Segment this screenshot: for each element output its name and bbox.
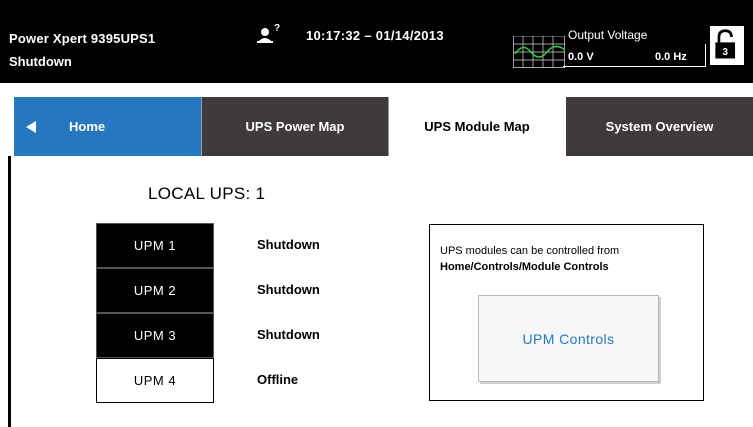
upm-controls-button[interactable]: UPM Controls <box>478 295 659 382</box>
upm-4-status: Offline <box>257 372 299 387</box>
tab-system-overview[interactable]: System Overview <box>566 97 753 156</box>
user-icon[interactable] <box>257 27 273 43</box>
upm-4-button[interactable]: UPM 4 <box>96 358 214 403</box>
lock-button[interactable]: 3 <box>708 24 746 67</box>
device-name: Power Xpert 9395UPS1 <box>9 31 156 46</box>
tab-ups-power-map-label: UPS Power Map <box>245 119 345 134</box>
upm-1-button[interactable]: UPM 1 <box>96 223 214 268</box>
tab-system-overview-label: System Overview <box>605 119 714 134</box>
controls-info-text: UPS modules can be controlled from <box>440 245 620 257</box>
upm-3-status: Shutdown <box>257 327 320 342</box>
output-frequency-value: 0.0 Hz <box>655 51 687 63</box>
upm-2-button[interactable]: UPM 2 <box>96 268 214 313</box>
tab-ups-power-map[interactable]: UPS Power Map <box>202 97 389 156</box>
user-level: ? <box>274 23 281 34</box>
upm-1-status: Shutdown <box>257 237 320 252</box>
module-controls-panel: UPS modules can be controlled from Home/… <box>429 224 704 401</box>
waveform-icon <box>513 36 565 68</box>
status-header: Power Xpert 9395UPS1 Shutdown ? 10:17:32… <box>0 0 753 83</box>
tab-home-label: Home <box>69 119 106 134</box>
upm-2-status: Shutdown <box>257 282 320 297</box>
back-arrow-icon <box>26 120 36 133</box>
lock-level: 3 <box>722 47 728 58</box>
local-ups-title: LOCAL UPS: 1 <box>148 184 266 203</box>
upm-3-button[interactable]: UPM 3 <box>96 313 214 358</box>
left-divider <box>8 156 11 427</box>
datetime: 10:17:32 – 01/14/2013 <box>306 28 444 43</box>
tab-ups-module-map[interactable]: UPS Module Map <box>389 97 566 156</box>
controls-path-text: Home/Controls/Module Controls <box>440 261 609 273</box>
output-voltage-label: Output Voltage <box>568 28 648 42</box>
device-state: Shutdown <box>9 54 72 69</box>
tab-ups-module-map-label: UPS Module Map <box>424 119 530 134</box>
output-voltage-value: 0.0 V <box>568 51 594 63</box>
navigation-tabs: Home UPS Power Map UPS Module Map System… <box>14 97 753 156</box>
tab-home[interactable]: Home <box>14 97 202 156</box>
lock-icon: 3 <box>715 29 736 59</box>
